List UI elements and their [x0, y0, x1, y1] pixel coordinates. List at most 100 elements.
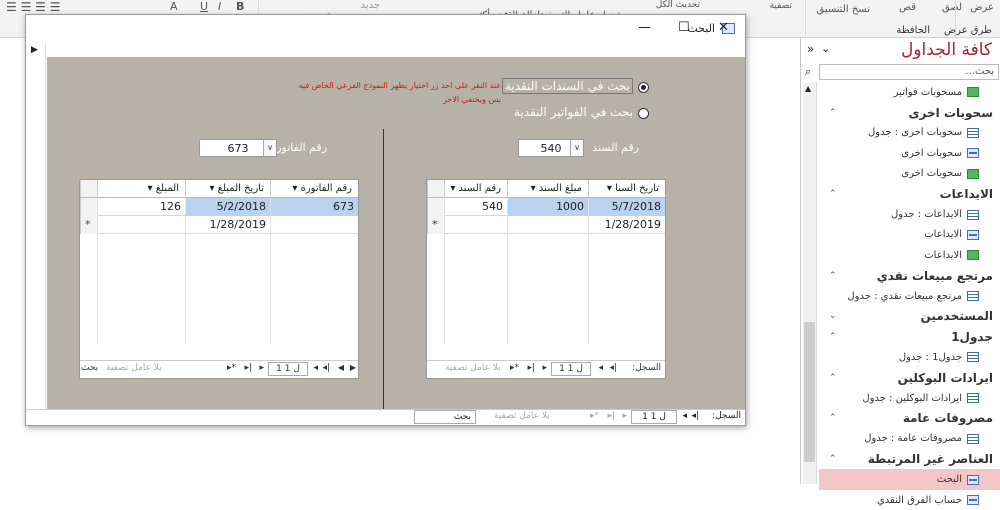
first-record-button[interactable]: ◂| [322, 363, 330, 373]
new-row-selector[interactable]: * [427, 216, 444, 234]
nav-item-8[interactable]: الايداعات [819, 245, 1000, 265]
paste-button[interactable]: لصق [942, 2, 962, 13]
nav-group-12[interactable]: جدول1 ⌃ [819, 327, 1000, 347]
nav-group-5[interactable]: الايداعات ⌃ [819, 184, 1000, 204]
select-all-corner[interactable] [427, 180, 444, 197]
search-box[interactable]: بحث [414, 410, 476, 424]
chevron-up-icon[interactable]: ⌃ [829, 373, 837, 383]
row-selector[interactable] [80, 198, 97, 216]
prev-record-button[interactable]: ◂ [313, 363, 318, 373]
chevron-up-icon[interactable]: ⌃ [829, 189, 837, 199]
italic-button[interactable]: I [218, 0, 221, 13]
nav-item-13[interactable]: جدول1 : جدول [819, 347, 1000, 367]
prev-record-button[interactable]: ◂ [598, 363, 603, 373]
no-filter-indicator[interactable]: بلا عامل تصفية [494, 411, 550, 421]
col-voucher-number[interactable]: رقم السند ▾ [444, 180, 507, 198]
refresh-all-button[interactable]: تحديث الكل [656, 0, 700, 10]
cut-button[interactable]: قص [899, 2, 916, 13]
collapse-pane-icon[interactable]: » [807, 42, 814, 56]
chevron-up-icon[interactable]: ⌃ [829, 332, 837, 342]
first-record-button[interactable]: ◂| [609, 363, 617, 373]
prev-record-button[interactable]: ◂ [682, 411, 687, 421]
cell-voucher-amount[interactable]: 1000 [507, 198, 588, 216]
first-record-button[interactable]: ◂| [691, 411, 699, 421]
nav-item-19[interactable]: البحث [819, 469, 1000, 490]
cell-new-invoice-amount[interactable] [97, 216, 185, 234]
invoices-subform[interactable]: رقم الفاتورة ▾ تاريخ المبلغ ▾ المبلغ ▾ 6… [79, 179, 359, 379]
nav-item-20[interactable]: حساب الفرق النقدي [819, 490, 1000, 510]
bold-button[interactable]: B [236, 0, 244, 13]
radio-invoices[interactable] [638, 108, 649, 119]
window-titlebar[interactable]: البحث — ☐ ✕ [26, 15, 745, 43]
vouchers-subform[interactable]: تاريخ السنا ▾ مبلغ السند ▾ رقم السند ▾ 5… [426, 179, 666, 379]
col-voucher-date[interactable]: تاريخ السنا ▾ [588, 180, 665, 198]
col-invoice-amount[interactable]: المبلغ ▾ [97, 180, 185, 198]
radio-vouchers[interactable] [638, 82, 649, 93]
pane-menu-icon[interactable]: ⌄ [821, 42, 830, 55]
cell-new-voucher-date[interactable]: 1/28/2019 [588, 216, 665, 234]
col-invoice-number[interactable]: رقم الفاتورة ▾ [270, 180, 358, 198]
minimize-button[interactable]: — [638, 20, 651, 35]
nav-title[interactable]: كافة الجداول [901, 40, 992, 60]
chevron-down-icon[interactable]: ∨ [263, 140, 276, 156]
nav-item-17[interactable]: مصروفات عامة : جدول [819, 429, 1000, 449]
cell-voucher-number[interactable]: 540 [444, 198, 507, 216]
table-row[interactable]: 5/7/2018 1000 540 [427, 198, 665, 216]
chevron-up-icon[interactable]: ⌃ [829, 413, 837, 423]
next-record-button[interactable]: ▸ [542, 363, 547, 373]
record-position[interactable]: 1 ل 1 [268, 362, 308, 376]
nav-item-10[interactable]: مرتجع مبيعات نقدي : جدول [819, 286, 1000, 306]
cell-new-invoice-number[interactable] [270, 216, 358, 234]
new-row[interactable]: * 1/28/2019 [427, 216, 665, 234]
search-box[interactable]: بحث [81, 363, 98, 373]
nav-item-4[interactable]: سحوبات اخرى [819, 164, 1000, 184]
nav-item-2[interactable]: سحوبات اخرى : جدول [819, 123, 1000, 143]
cell-voucher-date[interactable]: 5/7/2018 [588, 198, 665, 216]
nav-item-15[interactable]: ايرادات البوكلين : جدول [819, 388, 1000, 408]
new-row[interactable]: * 1/28/2019 [80, 216, 358, 234]
last-record-button[interactable]: ▸| [607, 411, 615, 421]
nav-group-1[interactable]: سحوبات اخرى ⌃ [819, 102, 1000, 122]
nav-scrollbar[interactable]: ▲ [803, 82, 817, 484]
row-selector[interactable] [427, 198, 444, 216]
nav-item-0[interactable]: مسحوبات فواتير [819, 82, 1000, 102]
chevron-up-icon[interactable]: ⌃ [829, 108, 837, 118]
scroll-up-icon[interactable]: ▲ [805, 84, 811, 93]
scroll-thumb[interactable] [804, 322, 815, 462]
new-row-selector[interactable]: * [80, 216, 97, 234]
maximize-button[interactable]: ☐ [678, 20, 690, 35]
table-row[interactable]: 673 5/2/2018 126 [80, 198, 358, 216]
close-button[interactable]: ✕ [718, 20, 729, 35]
filter-button[interactable]: تصفية [770, 1, 792, 11]
new-record-button[interactable]: ▸* [590, 411, 599, 421]
next-record-button[interactable]: ▸ [622, 411, 627, 421]
nav-group-14[interactable]: ايرادات البوكلين ⌃ [819, 367, 1000, 387]
cell-new-voucher-number[interactable] [444, 216, 507, 234]
no-filter-indicator[interactable]: بلا عامل تصفية [106, 363, 162, 373]
nav-item-6[interactable]: الايداعات : جدول [819, 204, 1000, 224]
col-voucher-amount[interactable]: مبلغ السند ▾ [507, 180, 588, 198]
chevron-down-icon[interactable]: ⌄ [829, 311, 837, 321]
underline-button[interactable]: U [200, 0, 208, 13]
cell-invoice-date[interactable]: 5/2/2018 [185, 198, 270, 216]
invoice-number-combo[interactable]: 673 ∨ [199, 139, 277, 157]
select-all-corner[interactable] [80, 180, 97, 197]
new-record-button[interactable]: ▸* [227, 363, 236, 373]
cell-invoice-amount[interactable]: 126 [97, 198, 185, 216]
chevron-up-icon[interactable]: ⌃ [829, 271, 837, 281]
cell-new-voucher-amount[interactable] [507, 216, 588, 234]
new-record-button[interactable]: ▸* [510, 363, 519, 373]
cell-invoice-number[interactable]: 673 [270, 198, 358, 216]
nav-item-7[interactable]: الايداعات [819, 225, 1000, 245]
nav-group-9[interactable]: مرتجع مبيعات نقدي ⌃ [819, 266, 1000, 286]
nav-group-16[interactable]: مصروفات عامة ⌃ [819, 408, 1000, 428]
radio-invoices-label[interactable]: بحث في الفواتير النقدية [514, 105, 633, 119]
nav-group-11[interactable]: المستخدمين ⌄ [819, 306, 1000, 326]
scroll-left-icon[interactable]: ◀ [338, 363, 344, 372]
radio-vouchers-label[interactable]: بحث في السندات النقدية [501, 78, 633, 94]
align-icons[interactable]: ☰ ☰ ☰ ☰ [6, 0, 60, 14]
copy-format-button[interactable]: نسخ التنسيق [817, 4, 870, 15]
nav-group-18[interactable]: العناصر غير المرتبطة ⌃ [819, 449, 1000, 469]
next-record-button[interactable]: ▸ [259, 363, 264, 373]
last-record-button[interactable]: ▸| [244, 363, 252, 373]
